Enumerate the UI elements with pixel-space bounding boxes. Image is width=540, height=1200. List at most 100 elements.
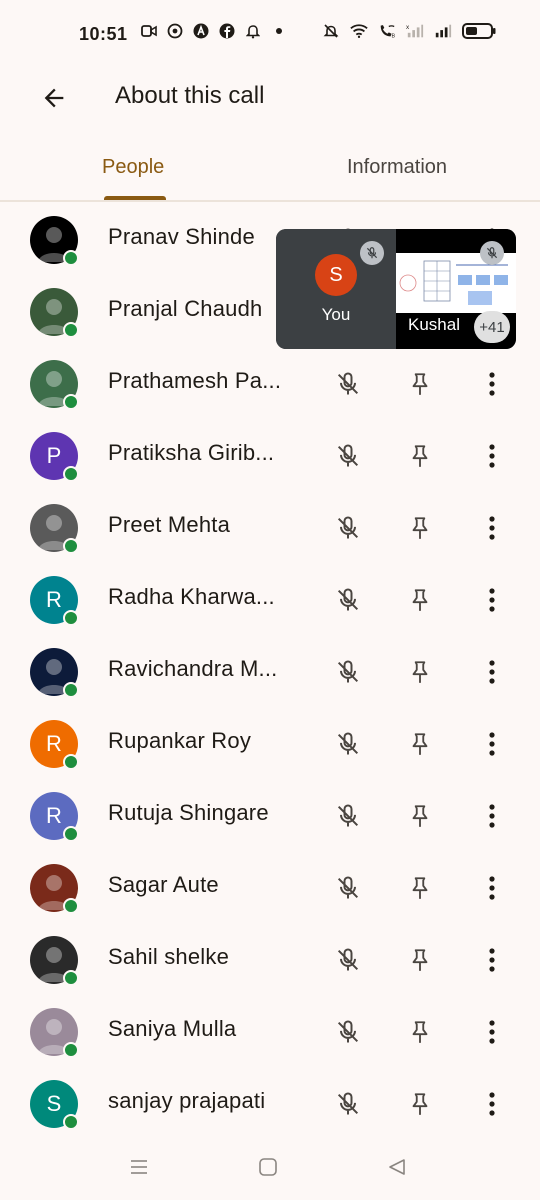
list-item[interactable]: Prathamesh Pa... [0,348,540,420]
recent-apps-button[interactable] [126,1154,152,1180]
status-bar: 10:51 B x [0,0,540,70]
participant-name: Radha Kharwa... [108,584,275,609]
triangle-back-icon [389,1159,405,1175]
mic-off-icon[interactable] [332,872,364,904]
pin-icon[interactable] [404,1088,436,1120]
pip-presenter-label: Kushal [408,315,460,334]
online-status-dot [63,610,79,626]
participant-name: Preet Mehta [108,512,231,537]
signal-icon: x [406,22,424,40]
online-status-dot [63,538,79,554]
wifi-icon [350,22,368,40]
online-status-dot [63,322,79,338]
whatsapp-icon [166,22,184,40]
pin-icon[interactable] [404,800,436,832]
battery-icon [462,22,496,40]
mic-off-icon[interactable] [332,1016,364,1048]
participant-name: Saniya Mulla [108,1016,237,1041]
home-button[interactable] [255,1154,281,1180]
svg-text:x: x [406,24,410,31]
more-options-icon[interactable] [476,872,508,904]
more-options-icon[interactable] [476,800,508,832]
participant-name: Prathamesh Pa... [108,368,282,393]
online-status-dot [63,250,79,266]
signal-icon [434,22,452,40]
app-a-icon [192,22,210,40]
mic-off-icon[interactable] [332,944,364,976]
bell-icon [244,22,262,40]
pin-icon[interactable] [404,872,436,904]
online-status-dot [63,898,79,914]
online-status-dot [63,1114,79,1130]
mic-off-icon [480,241,504,265]
list-item[interactable]: R Radha Kharwa... [0,564,540,636]
pin-icon[interactable] [404,1016,436,1048]
mic-off-icon[interactable] [332,1088,364,1120]
online-status-dot [63,394,79,410]
participant-name: Sahil shelke [108,944,230,969]
online-status-dot [63,970,79,986]
arrow-back-icon [44,88,64,108]
pip-presenter-tile: Kushal +41 [396,229,516,349]
facebook-icon [218,22,236,40]
list-item[interactable]: Ssanjay prajapati [0,1068,540,1140]
pin-icon[interactable] [404,440,436,472]
back-button[interactable] [36,80,72,116]
mic-off-icon[interactable] [332,656,364,688]
mute-bell-icon [322,22,340,40]
participant-name: Sagar Aute [108,872,219,897]
online-status-dot [63,754,79,770]
participant-name: Ravichandra M... [108,656,278,681]
more-options-icon[interactable] [476,512,508,544]
pin-icon[interactable] [404,944,436,976]
list-item[interactable]: R Rutuja Shingare [0,780,540,852]
wifi-calling-icon: B [378,22,396,40]
mic-off-icon[interactable] [332,800,364,832]
online-status-dot [63,466,79,482]
more-options-icon[interactable] [476,1016,508,1048]
back-nav-button[interactable] [384,1154,410,1180]
tab-people[interactable]: People [102,156,164,179]
participant-name: Rutuja Shingare [108,800,269,825]
square-icon [259,1158,277,1176]
mic-off-icon[interactable] [332,728,364,760]
list-item[interactable]: Saniya Mulla [0,996,540,1068]
pin-icon[interactable] [404,512,436,544]
list-item[interactable]: Sahil shelke [0,924,540,996]
tab-information[interactable]: Information [347,156,447,179]
participant-name: sanjay prajapati [108,1088,266,1113]
mic-off-icon[interactable] [332,584,364,616]
dot-icon [270,22,288,40]
participant-name: Rupankar Roy [108,728,252,753]
more-options-icon[interactable] [476,728,508,760]
mic-off-icon[interactable] [332,440,364,472]
online-status-dot [63,682,79,698]
online-status-dot [63,1042,79,1058]
status-time: 10:51 [79,24,128,44]
more-options-icon[interactable] [476,656,508,688]
mic-off-icon[interactable] [332,368,364,400]
participant-name: Pratiksha Girib... [108,440,275,465]
svg-text:B: B [392,33,396,39]
mic-off-icon[interactable] [332,512,364,544]
participant-name: Pranjal Chaudh [108,296,263,321]
list-item[interactable]: Preet Mehta [0,492,540,564]
pin-icon[interactable] [404,656,436,688]
online-status-dot [63,826,79,842]
more-options-icon[interactable] [476,440,508,472]
list-item[interactable]: Ravichandra M... [0,636,540,708]
pin-icon[interactable] [404,728,436,760]
list-item[interactable]: Sagar Aute [0,852,540,924]
more-options-icon[interactable] [476,584,508,616]
avatar: S [315,254,357,296]
tab-divider [0,200,540,202]
pin-icon[interactable] [404,368,436,400]
mic-off-icon [360,241,384,265]
picture-in-picture[interactable]: S You Kushal +41 [276,229,516,349]
more-options-icon[interactable] [476,1088,508,1120]
more-options-icon[interactable] [476,944,508,976]
pin-icon[interactable] [404,584,436,616]
list-item[interactable]: R Rupankar Roy [0,708,540,780]
more-options-icon[interactable] [476,368,508,400]
list-item[interactable]: P Pratiksha Girib... [0,420,540,492]
